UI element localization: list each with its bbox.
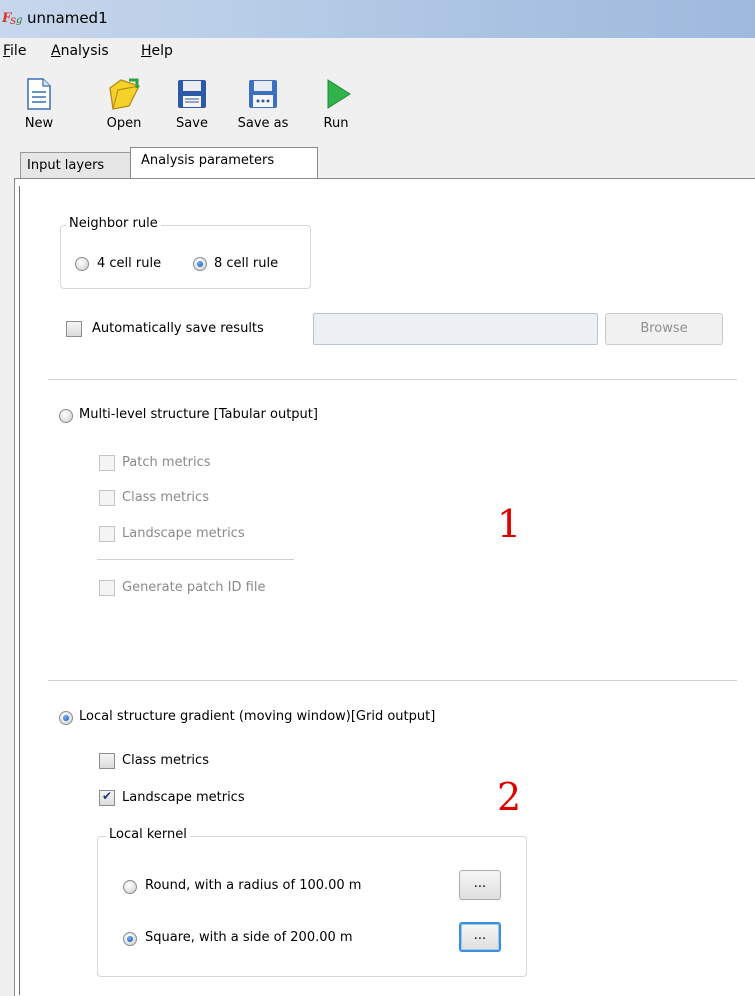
- annotation-2: 2: [497, 775, 522, 819]
- auto-save-checkbox[interactable]: [66, 321, 82, 337]
- new-button[interactable]: New: [16, 78, 62, 131]
- square-kernel-ellipsis-button[interactable]: ...: [459, 922, 501, 952]
- menu-help[interactable]: Help: [141, 43, 173, 59]
- four-cell-rule-radio[interactable]: [75, 257, 89, 271]
- run-button[interactable]: Run: [314, 78, 358, 131]
- window-title: unnamed1: [27, 9, 108, 27]
- menu-file[interactable]: File: [3, 43, 26, 59]
- square-kernel-radio[interactable]: [123, 932, 137, 946]
- class-metrics-checkbox-ml[interactable]: [99, 490, 115, 506]
- landscape-metrics-checkbox[interactable]: [99, 789, 115, 806]
- separator-2: [48, 680, 737, 681]
- menu-bar: File Analysis Help: [0, 38, 755, 67]
- save-as-disk-icon: [249, 80, 277, 108]
- patch-metrics-label: Patch metrics: [122, 455, 211, 470]
- neighbor-rule-legend: Neighbor rule: [66, 216, 161, 231]
- app-logo-icon: F s g: [2, 11, 22, 26]
- local-kernel-legend: Local kernel: [106, 827, 190, 842]
- save-button[interactable]: Save: [170, 78, 214, 131]
- browse-button[interactable]: Browse: [605, 313, 723, 345]
- square-kernel-label: Square, with a side of 200.00 m: [145, 930, 353, 945]
- save-disk-icon: [178, 80, 206, 108]
- class-metrics-checkbox[interactable]: [99, 753, 115, 769]
- round-kernel-label: Round, with a radius of 100.00 m: [145, 878, 362, 893]
- save-label: Save: [176, 116, 208, 131]
- auto-save-label: Automatically save results: [92, 321, 264, 336]
- multi-level-label: Multi-level structure [Tabular output]: [79, 407, 318, 422]
- eight-cell-rule-label: 8 cell rule: [214, 256, 279, 271]
- save-as-button[interactable]: Save as: [234, 78, 292, 131]
- run-label: Run: [323, 116, 349, 131]
- separator-1: [48, 379, 737, 380]
- panel-border: [19, 186, 20, 995]
- new-label: New: [24, 116, 54, 131]
- open-button[interactable]: Open: [100, 78, 148, 131]
- tab-analysis-parameters[interactable]: Analysis parameters: [130, 147, 318, 180]
- class-metrics-label: Class metrics: [122, 753, 209, 768]
- tab-strip: Input layers Analysis parameters: [0, 146, 755, 180]
- landscape-metrics-label: Landscape metrics: [122, 790, 245, 805]
- open-folder-icon: [109, 78, 140, 110]
- menu-analysis[interactable]: Analysis: [51, 43, 109, 59]
- save-as-label: Save as: [237, 116, 289, 131]
- multi-level-radio[interactable]: [59, 409, 73, 423]
- landscape-metrics-checkbox-ml[interactable]: [99, 526, 115, 542]
- patch-metrics-checkbox[interactable]: [99, 455, 115, 471]
- run-play-icon: [327, 79, 351, 109]
- local-gradient-radio[interactable]: [59, 711, 73, 725]
- patch-id-label: Generate patch ID file: [122, 580, 266, 595]
- auto-save-path-input[interactable]: [313, 313, 598, 345]
- new-file-icon: [27, 78, 51, 110]
- title-bar: [0, 0, 755, 38]
- tab-input-layers[interactable]: Input layers: [20, 152, 132, 179]
- svg-text:g: g: [16, 15, 22, 26]
- local-gradient-label: Local structure gradient (moving window)…: [79, 709, 436, 724]
- landscape-metrics-label-ml: Landscape metrics: [122, 526, 245, 541]
- patch-id-checkbox[interactable]: [99, 580, 115, 596]
- class-metrics-label-ml: Class metrics: [122, 490, 209, 505]
- separator-inner: [97, 559, 294, 560]
- four-cell-rule-label: 4 cell rule: [97, 256, 162, 271]
- round-kernel-radio[interactable]: [123, 880, 137, 894]
- round-kernel-ellipsis-button[interactable]: ...: [459, 870, 501, 900]
- local-kernel-group: [97, 836, 527, 977]
- open-label: Open: [106, 116, 142, 131]
- eight-cell-rule-radio[interactable]: [193, 257, 207, 271]
- toolbar: New Open Save Save as Run: [0, 66, 755, 146]
- annotation-1: 1: [497, 502, 522, 546]
